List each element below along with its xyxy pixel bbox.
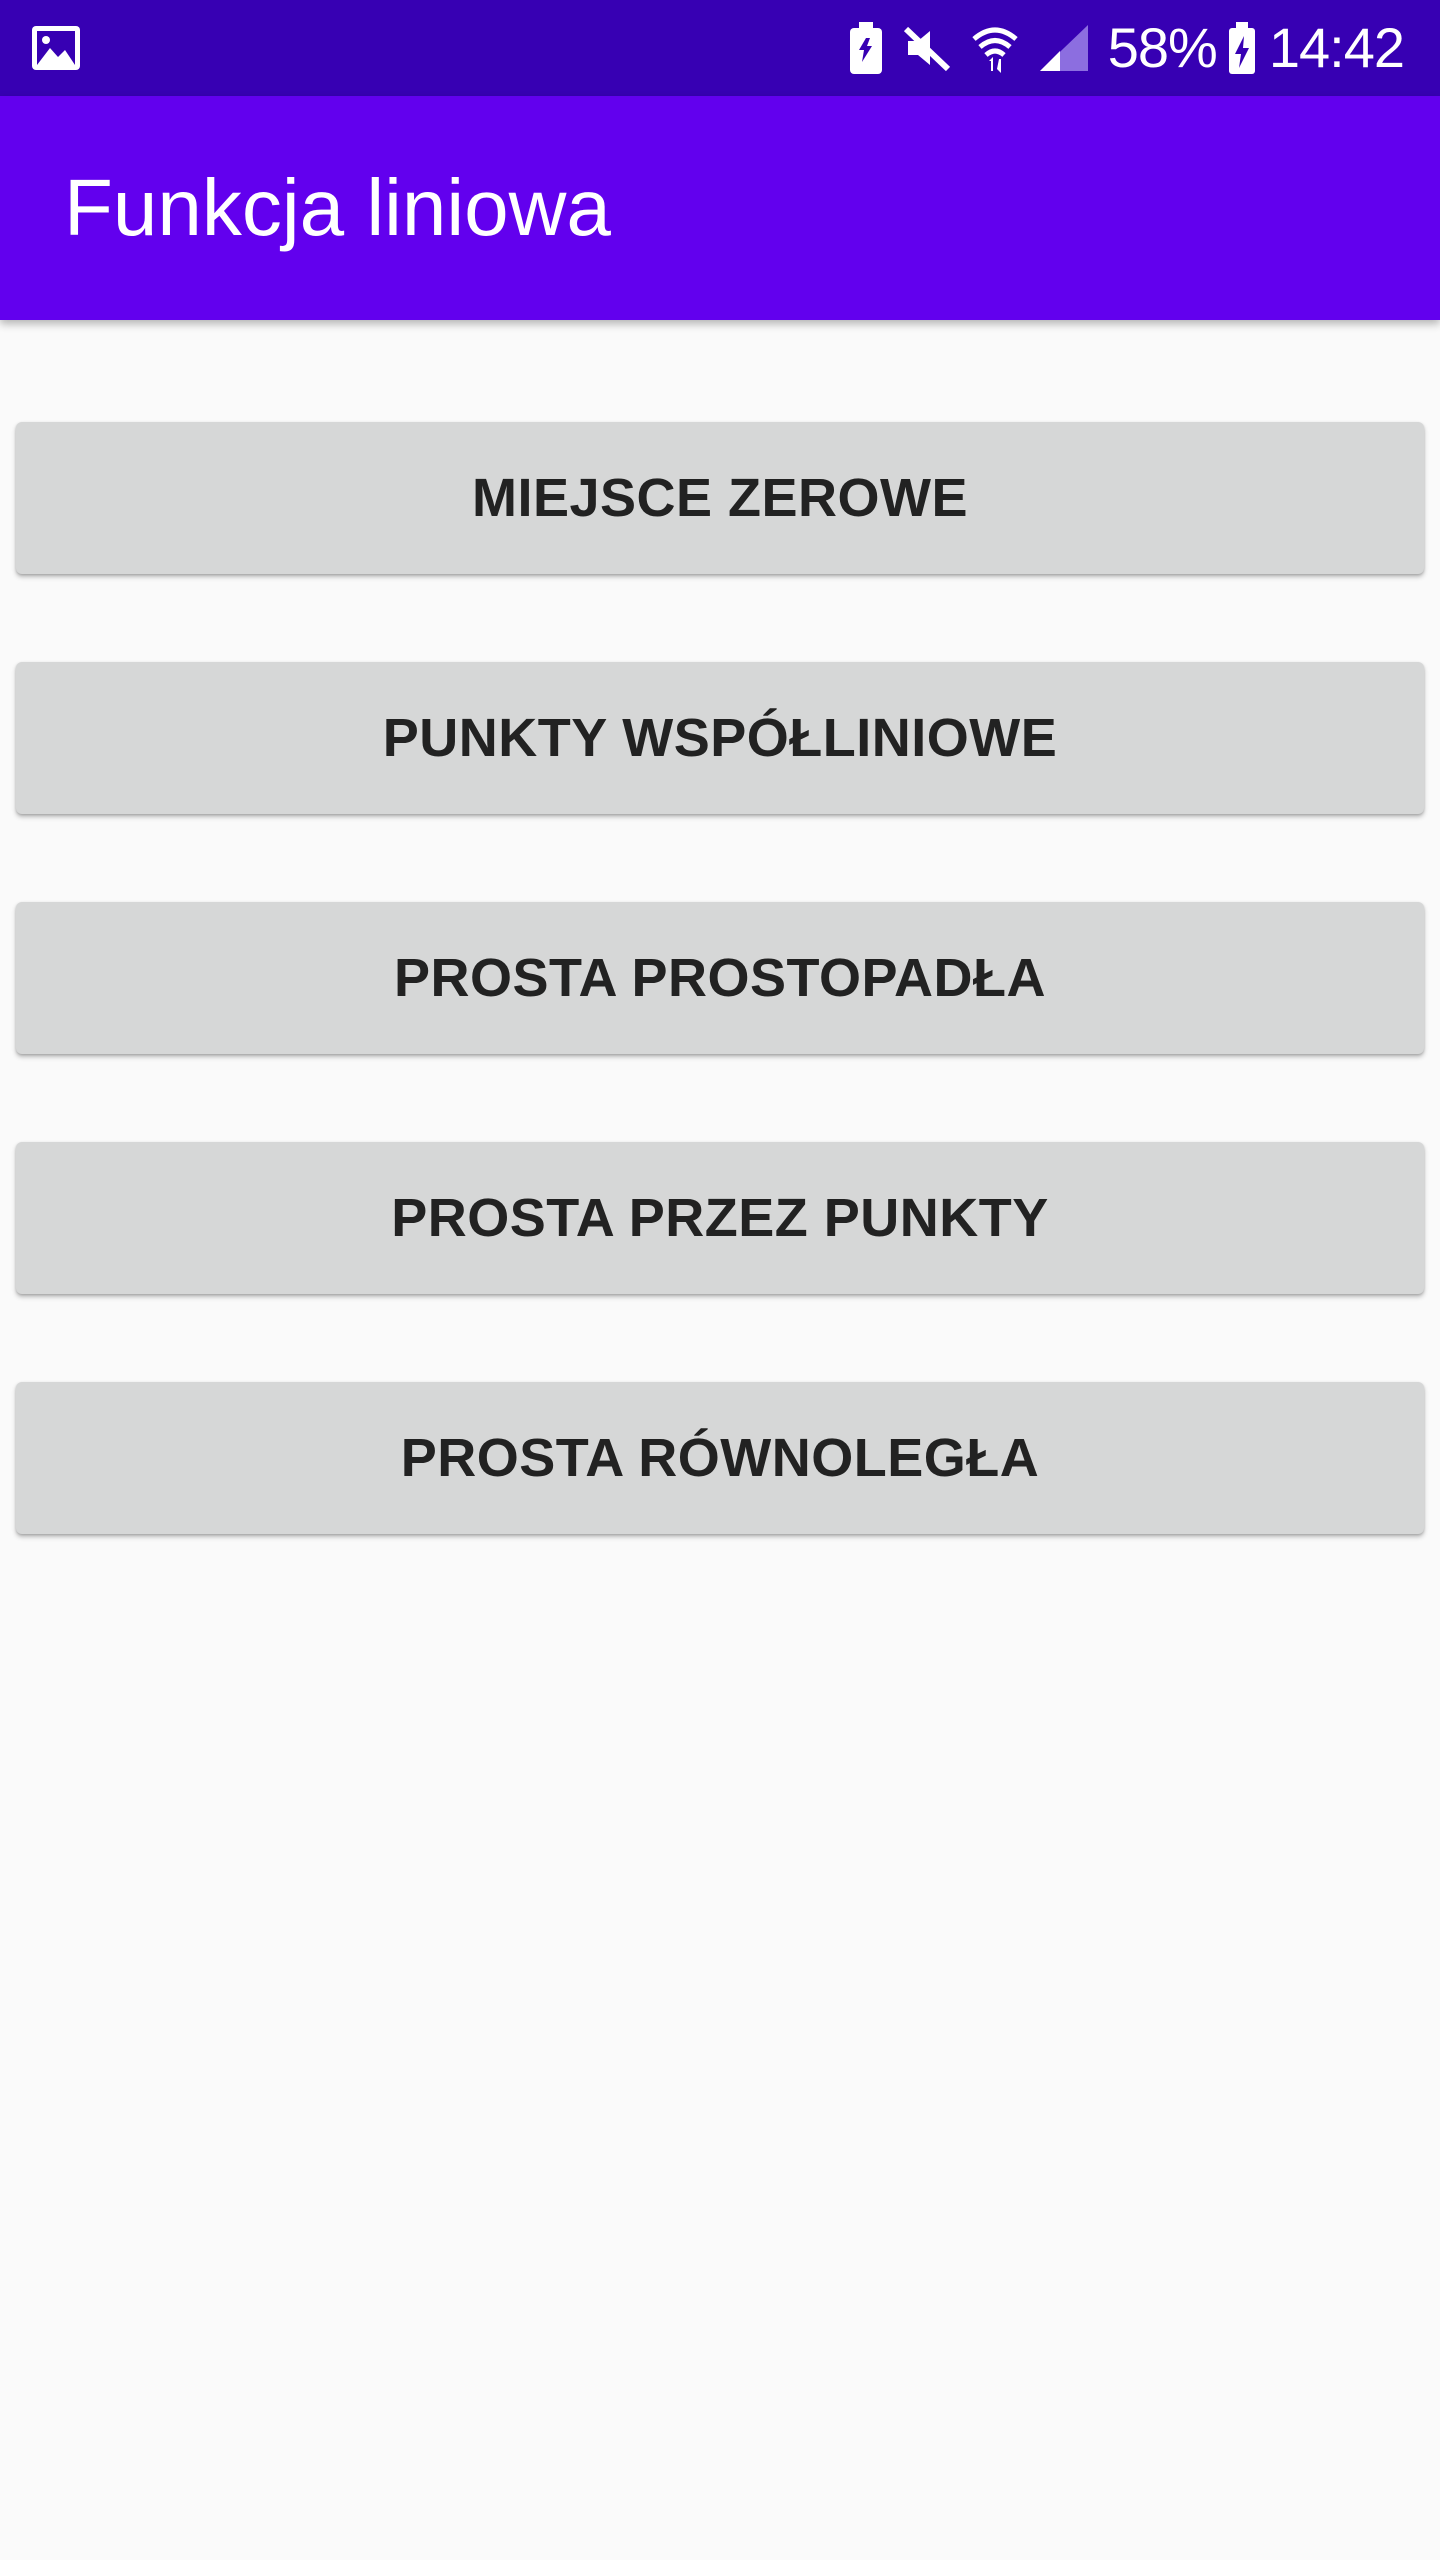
status-icons: 58% 14:42 (848, 0, 1405, 96)
prosta-przez-punkty-button[interactable]: PROSTA PRZEZ PUNKTY (16, 1142, 1424, 1294)
punkty-wspolliniowe-button[interactable]: PUNKTY WSPÓŁLINIOWE (16, 662, 1424, 814)
button-label: MIEJSCE ZEROWE (471, 468, 969, 528)
button-label: PROSTA PRZEZ PUNKTY (391, 1188, 1049, 1248)
image-icon (30, 24, 82, 72)
app-bar: Funkcja liniowa (0, 96, 1440, 320)
prosta-prostopadla-button[interactable]: PROSTA PROSTOPADŁA (16, 902, 1424, 1054)
battery-saver-icon (848, 20, 884, 76)
button-label: PROSTA PROSTOPADŁA (393, 948, 1047, 1008)
battery-charging-icon (1227, 20, 1257, 76)
clock: 14:42 (1268, 16, 1405, 79)
prosta-rownolegla-button[interactable]: PROSTA RÓWNOLEGŁA (16, 1382, 1424, 1534)
signal-icon (1038, 20, 1090, 76)
battery-percent: 58% (1107, 16, 1218, 79)
page-title: Funkcja liniowa (64, 163, 611, 252)
miejsce-zerowe-button[interactable]: MIEJSCE ZEROWE (16, 422, 1424, 574)
mute-icon (902, 20, 952, 76)
button-label: PROSTA RÓWNOLEGŁA (400, 1428, 1040, 1488)
wifi-icon (970, 20, 1020, 76)
button-label: PUNKTY WSPÓŁLINIOWE (382, 708, 1058, 768)
status-bar: 58% 14:42 (0, 0, 1440, 96)
